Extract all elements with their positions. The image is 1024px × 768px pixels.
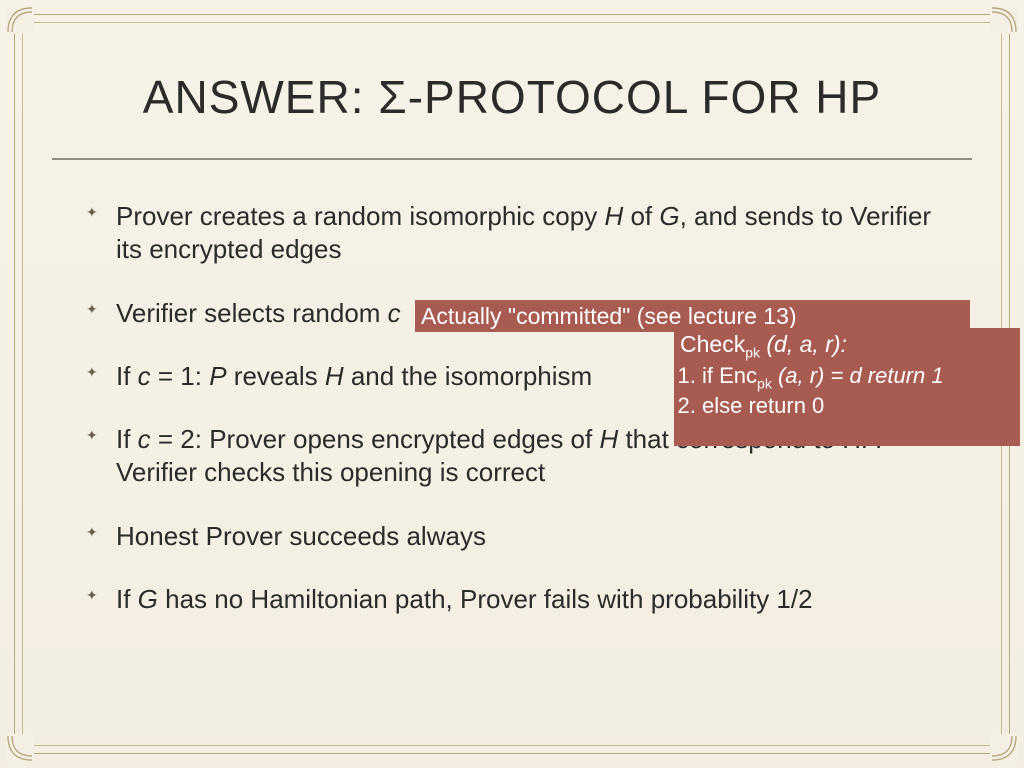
corner-ornament-icon bbox=[990, 6, 1018, 34]
text: Check bbox=[680, 331, 745, 357]
subscript: pk bbox=[757, 375, 772, 391]
text: if Enc bbox=[702, 363, 757, 388]
text: else return 0 bbox=[702, 393, 824, 418]
text: If bbox=[116, 424, 138, 454]
callout-steps: if Encpk (a, r) = d return 1 else return… bbox=[702, 362, 1014, 421]
text: Honest Prover succeeds always bbox=[116, 521, 486, 551]
var-P: P bbox=[209, 361, 226, 391]
var-H: H bbox=[325, 361, 344, 391]
var-H: H bbox=[604, 201, 623, 231]
slide-title: ANSWER: Σ-PROTOCOL FOR HP bbox=[0, 70, 1024, 124]
subscript: pk bbox=[745, 345, 760, 361]
var-H: H bbox=[599, 424, 618, 454]
var-c: c bbox=[138, 424, 151, 454]
callout-step: else return 0 bbox=[702, 392, 1014, 421]
text: Verifier selects random bbox=[116, 298, 388, 328]
text: (d, a, r): bbox=[760, 331, 847, 357]
callout-heading: Checkpk (d, a, r): bbox=[680, 330, 1014, 362]
callout-step: if Encpk (a, r) = d return 1 bbox=[702, 362, 1014, 393]
text: reveals bbox=[227, 361, 325, 391]
text: of bbox=[623, 201, 659, 231]
corner-ornament-icon bbox=[6, 6, 34, 34]
callout-check: Checkpk (d, a, r): if Encpk (a, r) = d r… bbox=[674, 328, 1020, 446]
bullet-item: If G has no Hamiltonian path, Prover fai… bbox=[86, 583, 964, 616]
corner-ornament-icon bbox=[6, 734, 34, 762]
text: = 1: bbox=[151, 361, 210, 391]
text: If bbox=[116, 361, 138, 391]
var-G: G bbox=[138, 584, 158, 614]
text: has no Hamiltonian path, Prover fails wi… bbox=[158, 584, 813, 614]
text: and the isomorphism bbox=[344, 361, 593, 391]
var-c: c bbox=[138, 361, 151, 391]
text: (a, r) = d return 1 bbox=[772, 363, 944, 388]
bullet-item: Honest Prover succeeds always bbox=[86, 520, 964, 553]
text: If bbox=[116, 584, 138, 614]
corner-ornament-icon bbox=[990, 734, 1018, 762]
var-c: c bbox=[388, 298, 401, 328]
text: Prover creates a random isomorphic copy bbox=[116, 201, 604, 231]
title-underline bbox=[52, 158, 972, 160]
bullet-item: Prover creates a random isomorphic copy … bbox=[86, 200, 964, 267]
callout-text: Actually "committed" (see lecture 13) bbox=[421, 303, 797, 329]
var-G: G bbox=[659, 201, 679, 231]
slide-page: ANSWER: Σ-PROTOCOL FOR HP Prover creates… bbox=[0, 0, 1024, 768]
text: = 2: Prover opens encrypted edges of bbox=[151, 424, 600, 454]
